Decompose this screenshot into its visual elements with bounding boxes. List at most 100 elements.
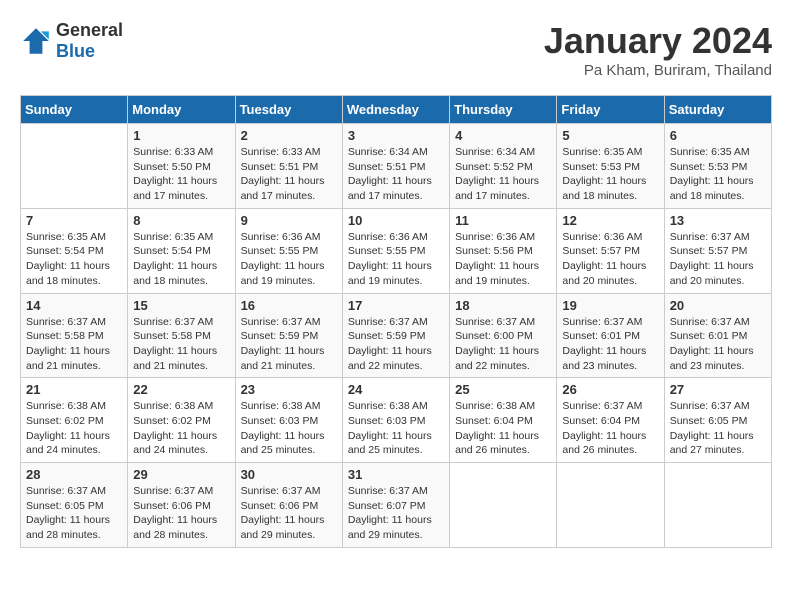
- daylight: Daylight: 11 hours and 21 minutes.: [133, 344, 229, 373]
- sunset: Sunset: 5:55 PM: [241, 244, 337, 259]
- calendar-cell: 31 Sunrise: 6:37 AM Sunset: 6:07 PM Dayl…: [342, 463, 449, 548]
- day-info: Sunrise: 6:37 AM Sunset: 5:57 PM Dayligh…: [670, 230, 766, 289]
- calendar-cell: 11 Sunrise: 6:36 AM Sunset: 5:56 PM Dayl…: [450, 208, 557, 293]
- sunrise: Sunrise: 6:38 AM: [241, 399, 337, 414]
- calendar-cell: 29 Sunrise: 6:37 AM Sunset: 6:06 PM Dayl…: [128, 463, 235, 548]
- daylight: Daylight: 11 hours and 19 minutes.: [348, 259, 444, 288]
- day-number: 8: [133, 213, 229, 228]
- sunset: Sunset: 5:55 PM: [348, 244, 444, 259]
- daylight: Daylight: 11 hours and 20 minutes.: [670, 259, 766, 288]
- day-info: Sunrise: 6:35 AM Sunset: 5:53 PM Dayligh…: [562, 145, 658, 204]
- sunrise: Sunrise: 6:36 AM: [562, 230, 658, 245]
- sunrise: Sunrise: 6:37 AM: [562, 315, 658, 330]
- calendar-cell: 4 Sunrise: 6:34 AM Sunset: 5:52 PM Dayli…: [450, 124, 557, 209]
- sunrise: Sunrise: 6:37 AM: [670, 399, 766, 414]
- sunrise: Sunrise: 6:37 AM: [670, 230, 766, 245]
- sunset: Sunset: 5:59 PM: [348, 329, 444, 344]
- day-info: Sunrise: 6:34 AM Sunset: 5:51 PM Dayligh…: [348, 145, 444, 204]
- sunset: Sunset: 6:00 PM: [455, 329, 551, 344]
- sunset: Sunset: 6:01 PM: [562, 329, 658, 344]
- sunset: Sunset: 6:05 PM: [26, 499, 122, 514]
- sunrise: Sunrise: 6:35 AM: [562, 145, 658, 160]
- day-number: 29: [133, 467, 229, 482]
- daylight: Daylight: 11 hours and 17 minutes.: [455, 174, 551, 203]
- day-number: 3: [348, 128, 444, 143]
- day-info: Sunrise: 6:37 AM Sunset: 6:06 PM Dayligh…: [241, 484, 337, 543]
- calendar-cell: 1 Sunrise: 6:33 AM Sunset: 5:50 PM Dayli…: [128, 124, 235, 209]
- daylight: Daylight: 11 hours and 19 minutes.: [241, 259, 337, 288]
- sunrise: Sunrise: 6:37 AM: [455, 315, 551, 330]
- day-number: 11: [455, 213, 551, 228]
- sunrise: Sunrise: 6:33 AM: [241, 145, 337, 160]
- day-number: 31: [348, 467, 444, 482]
- sunrise: Sunrise: 6:37 AM: [241, 315, 337, 330]
- calendar-cell: 5 Sunrise: 6:35 AM Sunset: 5:53 PM Dayli…: [557, 124, 664, 209]
- day-info: Sunrise: 6:37 AM Sunset: 6:05 PM Dayligh…: [670, 399, 766, 458]
- daylight: Daylight: 11 hours and 18 minutes.: [670, 174, 766, 203]
- calendar-cell: 18 Sunrise: 6:37 AM Sunset: 6:00 PM Dayl…: [450, 293, 557, 378]
- calendar-cell: 7 Sunrise: 6:35 AM Sunset: 5:54 PM Dayli…: [21, 208, 128, 293]
- sunrise: Sunrise: 6:37 AM: [241, 484, 337, 499]
- day-number: 4: [455, 128, 551, 143]
- day-info: Sunrise: 6:37 AM Sunset: 5:58 PM Dayligh…: [133, 315, 229, 374]
- sunset: Sunset: 6:06 PM: [133, 499, 229, 514]
- day-number: 5: [562, 128, 658, 143]
- calendar-cell: 24 Sunrise: 6:38 AM Sunset: 6:03 PM Dayl…: [342, 378, 449, 463]
- header-row: Sunday Monday Tuesday Wednesday Thursday…: [21, 96, 772, 124]
- day-info: Sunrise: 6:34 AM Sunset: 5:52 PM Dayligh…: [455, 145, 551, 204]
- col-wednesday: Wednesday: [342, 96, 449, 124]
- sunset: Sunset: 6:03 PM: [241, 414, 337, 429]
- col-thursday: Thursday: [450, 96, 557, 124]
- calendar-week-3: 21 Sunrise: 6:38 AM Sunset: 6:02 PM Dayl…: [21, 378, 772, 463]
- daylight: Daylight: 11 hours and 24 minutes.: [133, 429, 229, 458]
- sunset: Sunset: 6:02 PM: [26, 414, 122, 429]
- daylight: Daylight: 11 hours and 22 minutes.: [348, 344, 444, 373]
- logo-icon: [20, 25, 52, 57]
- daylight: Daylight: 11 hours and 22 minutes.: [455, 344, 551, 373]
- daylight: Daylight: 11 hours and 17 minutes.: [241, 174, 337, 203]
- day-number: 30: [241, 467, 337, 482]
- calendar-cell: 17 Sunrise: 6:37 AM Sunset: 5:59 PM Dayl…: [342, 293, 449, 378]
- calendar-cell: 6 Sunrise: 6:35 AM Sunset: 5:53 PM Dayli…: [664, 124, 771, 209]
- day-number: 26: [562, 382, 658, 397]
- day-info: Sunrise: 6:37 AM Sunset: 6:04 PM Dayligh…: [562, 399, 658, 458]
- day-number: 27: [670, 382, 766, 397]
- sunrise: Sunrise: 6:37 AM: [133, 315, 229, 330]
- daylight: Daylight: 11 hours and 26 minutes.: [455, 429, 551, 458]
- day-number: 15: [133, 298, 229, 313]
- sunrise: Sunrise: 6:35 AM: [133, 230, 229, 245]
- day-info: Sunrise: 6:38 AM Sunset: 6:02 PM Dayligh…: [26, 399, 122, 458]
- calendar-cell: [664, 463, 771, 548]
- day-info: Sunrise: 6:33 AM Sunset: 5:50 PM Dayligh…: [133, 145, 229, 204]
- day-info: Sunrise: 6:37 AM Sunset: 6:01 PM Dayligh…: [562, 315, 658, 374]
- sunset: Sunset: 5:59 PM: [241, 329, 337, 344]
- sunset: Sunset: 6:06 PM: [241, 499, 337, 514]
- calendar-cell: 13 Sunrise: 6:37 AM Sunset: 5:57 PM Dayl…: [664, 208, 771, 293]
- day-number: 24: [348, 382, 444, 397]
- day-info: Sunrise: 6:36 AM Sunset: 5:55 PM Dayligh…: [348, 230, 444, 289]
- sunset: Sunset: 6:02 PM: [133, 414, 229, 429]
- calendar-cell: 28 Sunrise: 6:37 AM Sunset: 6:05 PM Dayl…: [21, 463, 128, 548]
- col-sunday: Sunday: [21, 96, 128, 124]
- sunset: Sunset: 5:56 PM: [455, 244, 551, 259]
- day-info: Sunrise: 6:35 AM Sunset: 5:54 PM Dayligh…: [26, 230, 122, 289]
- day-info: Sunrise: 6:37 AM Sunset: 6:06 PM Dayligh…: [133, 484, 229, 543]
- daylight: Daylight: 11 hours and 28 minutes.: [26, 513, 122, 542]
- day-number: 6: [670, 128, 766, 143]
- sunrise: Sunrise: 6:37 AM: [133, 484, 229, 499]
- sunset: Sunset: 5:54 PM: [133, 244, 229, 259]
- day-info: Sunrise: 6:37 AM Sunset: 6:01 PM Dayligh…: [670, 315, 766, 374]
- calendar-cell: 25 Sunrise: 6:38 AM Sunset: 6:04 PM Dayl…: [450, 378, 557, 463]
- calendar-cell: 26 Sunrise: 6:37 AM Sunset: 6:04 PM Dayl…: [557, 378, 664, 463]
- sunset: Sunset: 6:07 PM: [348, 499, 444, 514]
- sunrise: Sunrise: 6:36 AM: [455, 230, 551, 245]
- month-title: January 2024: [544, 20, 772, 62]
- daylight: Daylight: 11 hours and 17 minutes.: [348, 174, 444, 203]
- sunrise: Sunrise: 6:34 AM: [348, 145, 444, 160]
- calendar-table: Sunday Monday Tuesday Wednesday Thursday…: [20, 95, 772, 548]
- sunset: Sunset: 5:57 PM: [670, 244, 766, 259]
- day-number: 9: [241, 213, 337, 228]
- day-number: 14: [26, 298, 122, 313]
- calendar-cell: 22 Sunrise: 6:38 AM Sunset: 6:02 PM Dayl…: [128, 378, 235, 463]
- daylight: Daylight: 11 hours and 21 minutes.: [241, 344, 337, 373]
